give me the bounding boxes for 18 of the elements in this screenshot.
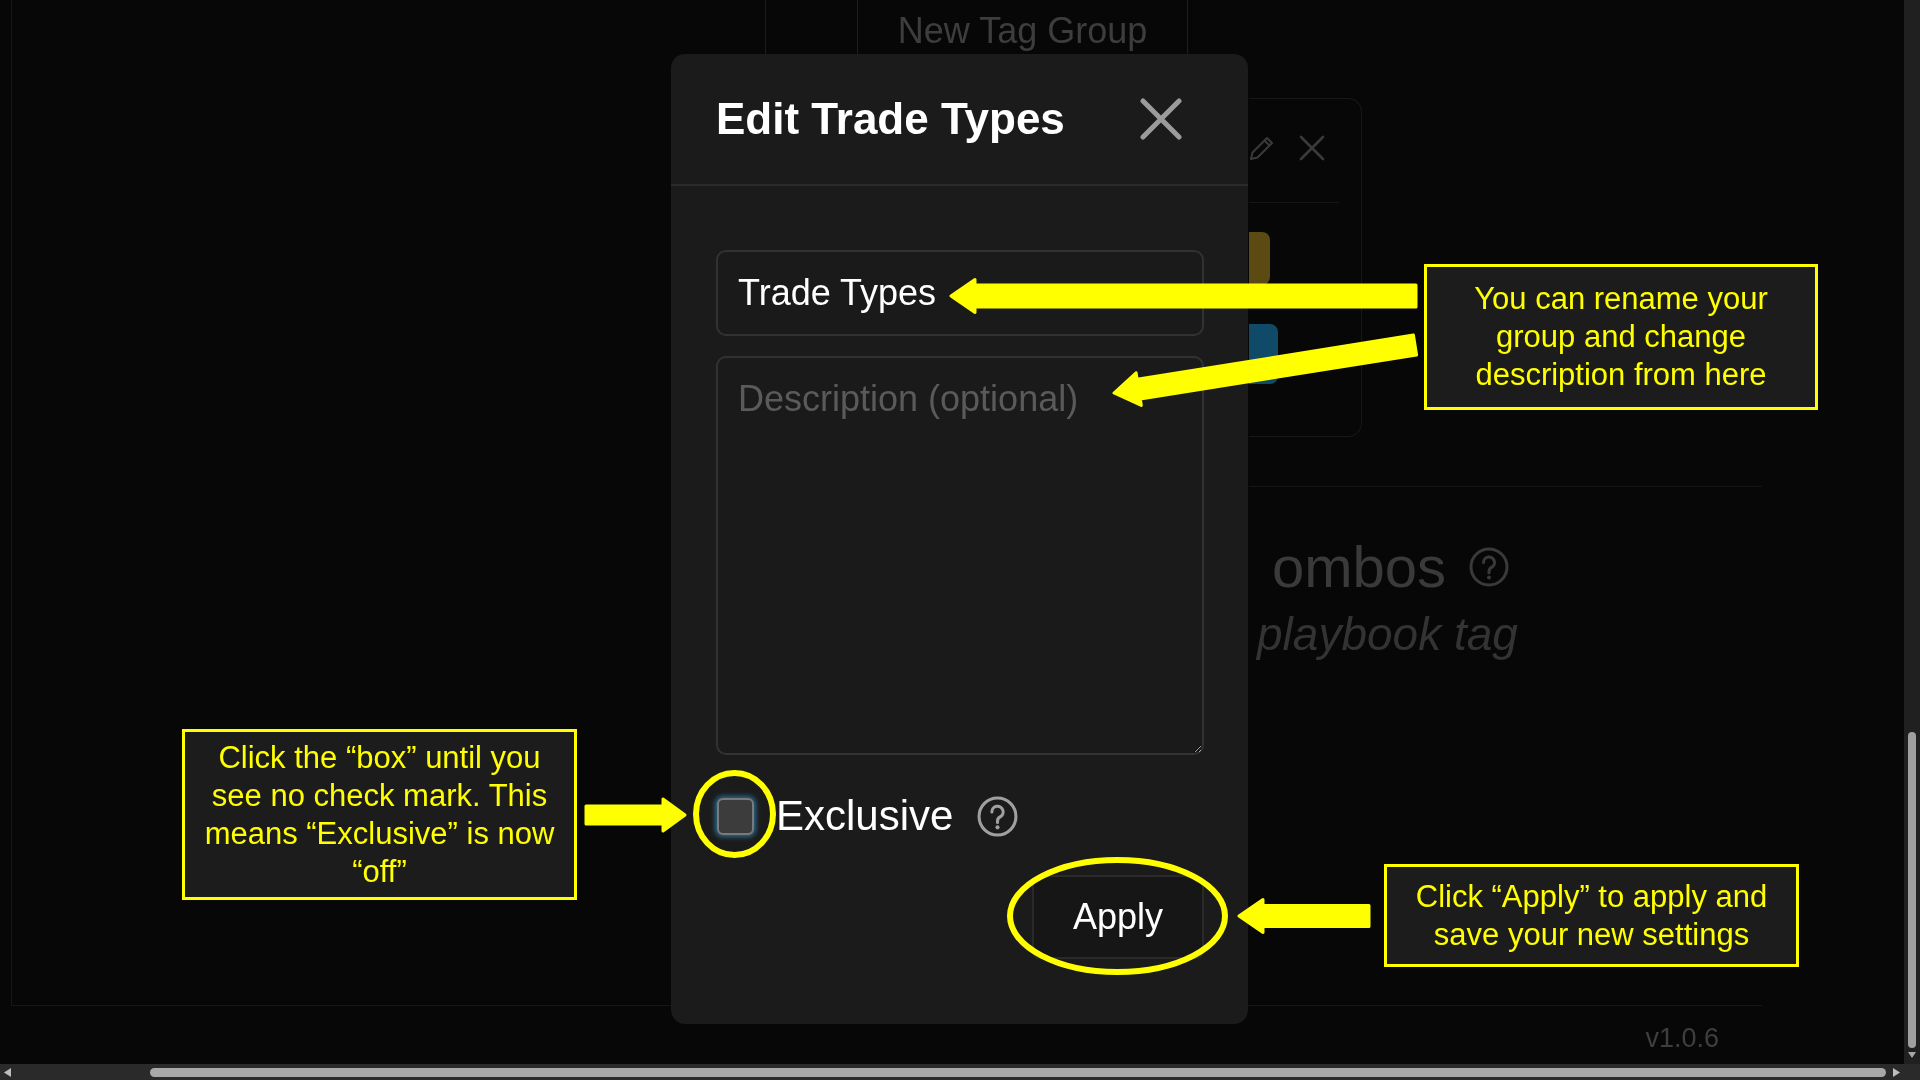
horizontal-scrollbar[interactable]	[0, 1064, 1904, 1080]
description-field[interactable]: Description (optional)	[716, 356, 1204, 755]
close-button[interactable]	[1140, 98, 1182, 140]
annotation-callout: Click the “box” until you see no check mark. This means “Exclusive” is now “off”	[182, 729, 577, 900]
checkbox-label: Exclusive	[776, 792, 954, 840]
scrollbar-thumb[interactable]	[1908, 732, 1916, 1048]
scrollbar-thumb[interactable]	[150, 1067, 1886, 1077]
apply-button[interactable]: Apply	[1032, 875, 1204, 959]
annotation-callout: You can rename your group and change description from here	[1424, 264, 1818, 410]
vertical-scrollbar[interactable]	[1904, 0, 1920, 1064]
exclusive-checkbox[interactable]	[717, 797, 754, 835]
down-arrow-icon[interactable]	[1908, 1052, 1916, 1058]
scrollbar-corner	[1904, 1064, 1920, 1080]
left-arrow-icon[interactable]	[4, 1067, 11, 1077]
help-icon[interactable]	[977, 795, 1019, 837]
dialog-title: Edit Trade Types	[716, 94, 1065, 144]
right-arrow-icon[interactable]	[1893, 1067, 1900, 1077]
annotation-callout: Click “Apply” to apply and save your new settings	[1384, 864, 1799, 967]
